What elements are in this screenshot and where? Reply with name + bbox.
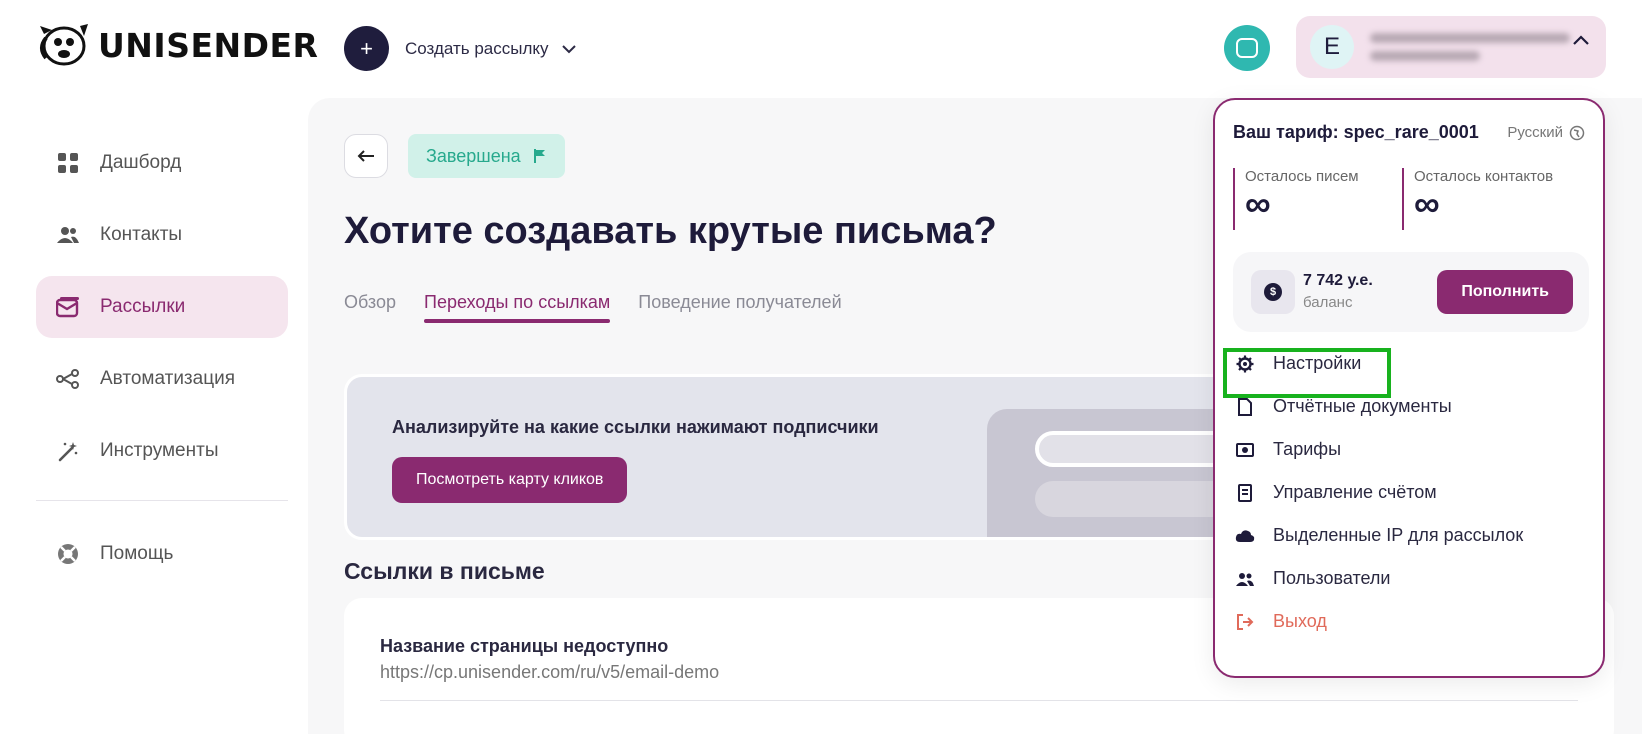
menu-item-users[interactable]: Пользователи — [1233, 557, 1589, 600]
page-title: Хотите создавать крутые письма? — [344, 210, 997, 252]
logout-icon — [1235, 612, 1255, 632]
menu-item-report-documents[interactable]: Отчётные документы — [1233, 385, 1589, 428]
status-label: Завершена — [426, 145, 521, 166]
gear-icon — [1235, 354, 1255, 374]
chevron-down-icon — [561, 44, 576, 53]
language-selector[interactable]: Русский — [1507, 124, 1585, 141]
sidebar: Дашборд Контакты Рассылки Автоматизация … — [36, 132, 288, 595]
contacts-left-value: ∞ — [1414, 183, 1440, 224]
back-button[interactable] — [344, 134, 388, 178]
language-label: Русский — [1507, 124, 1563, 141]
contacts-icon — [56, 223, 80, 247]
menu-item-label: Тарифы — [1273, 439, 1342, 459]
flag-icon — [533, 149, 545, 163]
account-book-icon — [1235, 483, 1255, 503]
chat-icon — [1236, 38, 1258, 58]
tariff-icon — [1235, 440, 1255, 460]
sidebar-divider — [36, 500, 288, 501]
sidebar-item-label: Инструменты — [100, 440, 219, 461]
balance-label: баланс — [1303, 294, 1353, 311]
link-url[interactable]: https://cp.unisender.com/ru/v5/email-dem… — [380, 662, 719, 683]
plus-icon: + — [344, 26, 389, 71]
dog-logo-icon — [40, 24, 88, 66]
menu-item-label: Выделенные IP для рассылок — [1273, 525, 1524, 545]
menu-item-settings[interactable]: Настройки — [1233, 342, 1589, 385]
sidebar-item-label: Рассылки — [100, 296, 186, 317]
account-menu-button[interactable]: E — [1296, 16, 1606, 78]
menu-item-logout[interactable]: Выход — [1233, 600, 1589, 643]
dashboard-icon — [56, 151, 80, 175]
menu-item-account-management[interactable]: Управление счётом — [1233, 471, 1589, 514]
topup-button[interactable]: Пополнить — [1437, 270, 1573, 314]
menu-item-tariffs[interactable]: Тарифы — [1233, 428, 1589, 471]
sidebar-item-label: Помощь — [100, 543, 174, 564]
avatar: E — [1310, 25, 1354, 69]
create-mailing-button[interactable]: + Создать рассылку — [344, 26, 577, 71]
coin-icon: $ — [1251, 270, 1295, 314]
globe-icon — [1569, 125, 1585, 140]
contacts-left-stat: Осталось контактов ∞ — [1402, 168, 1553, 230]
mail-icon — [56, 295, 80, 319]
cloud-icon — [1235, 526, 1255, 546]
lifebuoy-icon — [56, 542, 80, 566]
arrow-left-icon — [357, 150, 374, 162]
sidebar-item-contacts[interactable]: Контакты — [36, 204, 288, 266]
balance-amount: 7 742 у.е. — [1303, 272, 1373, 289]
menu-item-label: Управление счётом — [1273, 482, 1437, 502]
menu-item-label: Пользователи — [1273, 568, 1391, 588]
app-root: UNISENDER + Создать рассылку E Дашборд К… — [0, 0, 1642, 734]
account-menu: Настройки Отчётные документы Тарифы Упра… — [1233, 342, 1589, 643]
account-dropdown: Ваш тариф: spec_rare_0001 Русский Остало… — [1213, 98, 1605, 678]
sidebar-item-label: Контакты — [100, 224, 183, 245]
create-mailing-label: Создать рассылку — [405, 38, 549, 58]
view-click-map-button[interactable]: Посмотреть карту кликов — [392, 457, 628, 503]
status-badge: Завершена — [408, 134, 565, 178]
tabs: Обзор Переходы по ссылкам Поведение полу… — [344, 292, 842, 323]
sidebar-item-dashboard[interactable]: Дашборд — [36, 132, 288, 194]
links-section-title: Ссылки в письме — [344, 558, 545, 584]
automation-icon — [56, 367, 80, 391]
menu-item-label: Отчётные документы — [1273, 396, 1452, 416]
tariff-title: Ваш тариф: spec_rare_0001 — [1233, 122, 1479, 142]
sidebar-item-tools[interactable]: Инструменты — [36, 420, 288, 482]
chevron-up-icon — [1573, 35, 1589, 45]
row-divider — [380, 700, 1578, 701]
sidebar-item-help[interactable]: Помощь — [36, 523, 288, 585]
sidebar-item-mailings[interactable]: Рассылки — [36, 276, 288, 338]
chat-support-button[interactable] — [1224, 25, 1270, 71]
account-email-blurred — [1370, 33, 1570, 61]
promo-text: Анализируйте на какие ссылки нажимают по… — [392, 417, 879, 437]
letters-left-stat: Осталось писем ∞ — [1233, 168, 1359, 230]
menu-item-label: Выход — [1273, 611, 1327, 631]
users-icon — [1235, 569, 1255, 589]
tab-overview[interactable]: Обзор — [344, 292, 396, 323]
letters-left-value: ∞ — [1245, 183, 1271, 224]
sidebar-item-automation[interactable]: Автоматизация — [36, 348, 288, 410]
menu-item-label: Настройки — [1273, 353, 1362, 373]
document-icon — [1235, 397, 1255, 417]
balance-box: $ 7 742 у.е. баланс Пополнить — [1233, 252, 1589, 332]
link-page-name: Название страницы недоступно — [380, 636, 669, 656]
tab-recipient-behavior[interactable]: Поведение получателей — [638, 292, 841, 323]
magic-wand-icon — [56, 439, 80, 463]
brand-name: UNISENDER — [98, 25, 319, 65]
sidebar-item-label: Автоматизация — [100, 368, 235, 389]
menu-item-dedicated-ip[interactable]: Выделенные IP для рассылок — [1233, 514, 1589, 557]
unisender-logo[interactable]: UNISENDER — [36, 20, 318, 70]
sidebar-item-label: Дашборд — [100, 152, 182, 173]
click-map-promo: Анализируйте на какие ссылки нажимают по… — [344, 374, 1264, 540]
tab-link-clicks[interactable]: Переходы по ссылкам — [424, 292, 611, 323]
